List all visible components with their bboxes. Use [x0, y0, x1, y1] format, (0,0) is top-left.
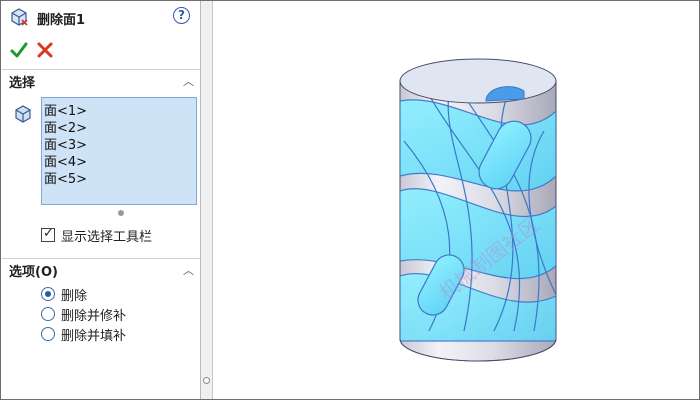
- list-item[interactable]: 面<5>: [44, 168, 87, 187]
- selected-faces-list[interactable]: 面<1> 面<2> 面<3> 面<4> 面<5>: [41, 97, 197, 205]
- splitter-grip[interactable]: [203, 377, 210, 384]
- radio-delete-patch[interactable]: [41, 307, 55, 321]
- delete-face-icon: [11, 8, 28, 26]
- panel-title: 删除面1: [37, 13, 86, 28]
- cylinder-model[interactable]: 机械制图社区: [214, 1, 699, 399]
- property-manager-panel: 删除面1 ? 选择 ︿ 面<1> 面<2> 面<3> 面<4> 面<5> 显示选…: [1, 1, 201, 399]
- radio-delete-patch-label: 删除并修补: [61, 309, 127, 324]
- graphics-viewport[interactable]: 机械制图社区: [214, 1, 699, 399]
- radio-delete-fill-label: 删除并填补: [61, 329, 127, 344]
- ok-button[interactable]: [10, 41, 28, 59]
- selection-section-header[interactable]: 选择 ︿: [2, 69, 200, 91]
- collapse-caret-icon[interactable]: ︿: [183, 262, 194, 278]
- radio-delete-label: 删除: [61, 289, 88, 304]
- show-toolbar-label: 显示选择工具栏: [61, 230, 153, 245]
- list-resize-grip[interactable]: [118, 210, 124, 216]
- help-button[interactable]: ?: [173, 7, 190, 24]
- panel-splitter[interactable]: [201, 1, 213, 399]
- options-section-title: 选项(O): [9, 265, 58, 280]
- cancel-button[interactable]: [36, 41, 54, 59]
- options-section-header[interactable]: 选项(O) ︿: [2, 258, 200, 280]
- face-selection-icon: [15, 105, 31, 123]
- collapse-caret-icon[interactable]: ︿: [183, 73, 194, 89]
- panel-header: 删除面1 ?: [9, 6, 199, 28]
- radio-delete[interactable]: [41, 287, 55, 301]
- show-toolbar-checkbox[interactable]: [41, 226, 55, 242]
- selection-section-title: 选择: [9, 76, 36, 91]
- radio-delete-fill[interactable]: [41, 327, 55, 341]
